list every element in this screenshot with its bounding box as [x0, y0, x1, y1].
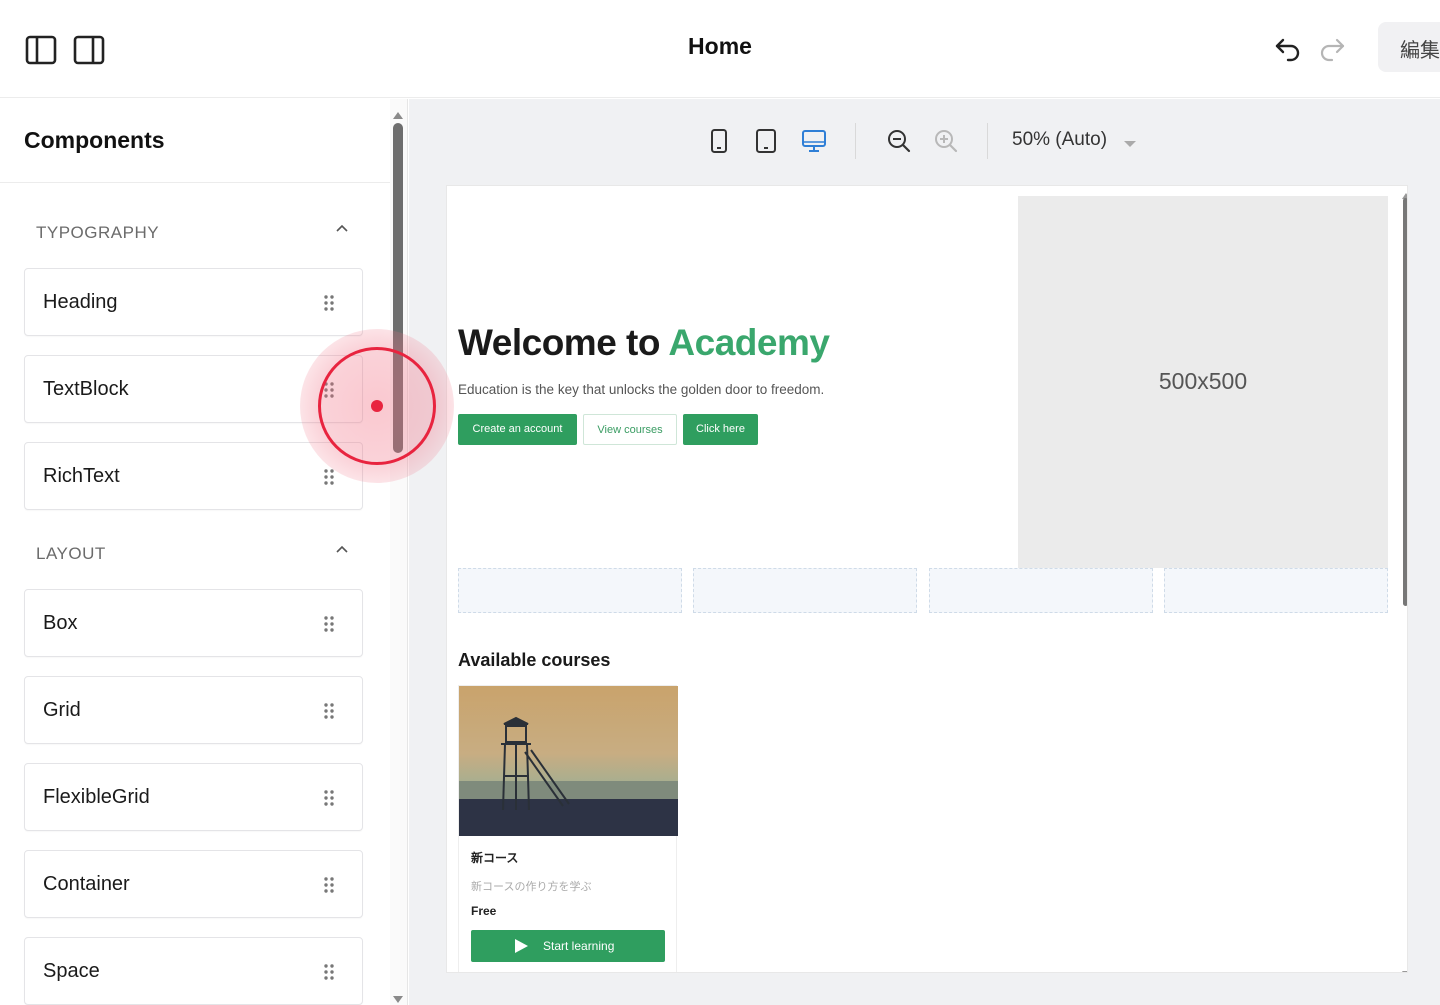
hero-heading[interactable]: Welcome to Academy — [458, 322, 830, 364]
feature-box[interactable] — [929, 568, 1153, 613]
courses-heading[interactable]: Available courses — [458, 650, 610, 671]
feature-box[interactable] — [458, 568, 682, 613]
drag-handle-icon[interactable] — [323, 876, 335, 894]
zoom-out-icon[interactable] — [885, 127, 913, 155]
component-label: RichText — [43, 465, 120, 487]
scroll-down-arrow-icon[interactable] — [1402, 964, 1407, 972]
zoom-select[interactable]: 50% (Auto) — [1012, 129, 1107, 151]
feature-box[interactable] — [1164, 568, 1388, 613]
drag-handle-icon[interactable] — [323, 381, 335, 399]
click-here-button[interactable]: Click here — [683, 414, 758, 445]
course-image — [459, 686, 678, 836]
canvas-toolbar: 50% (Auto) — [409, 99, 1440, 183]
panel-header: Components — [0, 99, 390, 183]
component-item-container[interactable]: Container — [24, 850, 363, 918]
component-label: Box — [43, 612, 78, 634]
undo-icon[interactable] — [1272, 32, 1304, 64]
course-title: 新コース — [471, 851, 519, 865]
component-label: Container — [43, 873, 130, 895]
tablet-device-icon[interactable] — [752, 127, 780, 155]
hero-heading-accent: Academy — [668, 322, 830, 363]
play-icon — [513, 938, 529, 954]
image-placeholder[interactable]: 500x500 — [1018, 196, 1388, 568]
course-card[interactable]: 新コース 新コースの作り方を学ぶ Free Start learning — [458, 685, 678, 972]
drag-handle-icon[interactable] — [323, 294, 335, 312]
chevron-up-icon[interactable] — [334, 221, 350, 237]
sidebar-scroll-thumb[interactable] — [393, 123, 403, 453]
component-label: TextBlock — [43, 378, 129, 400]
scroll-up-arrow-icon[interactable] — [392, 107, 404, 119]
create-account-button[interactable]: Create an account — [458, 414, 577, 445]
chevron-up-icon[interactable] — [334, 542, 350, 558]
view-courses-button[interactable]: View courses — [583, 414, 677, 445]
section-label-typography: TYPOGRAPHY — [36, 223, 160, 242]
hero-subtitle[interactable]: Education is the key that unlocks the go… — [458, 382, 824, 397]
page-preview[interactable]: Welcome to Academy Education is the key … — [446, 185, 1408, 973]
page-title: Home — [688, 33, 752, 59]
desktop-device-icon[interactable] — [800, 127, 828, 155]
edit-button[interactable]: 編集 — [1378, 22, 1440, 72]
component-label: Heading — [43, 291, 118, 313]
drag-handle-icon[interactable] — [323, 702, 335, 720]
component-item-richtext[interactable]: RichText — [24, 442, 363, 510]
feature-box[interactable] — [693, 568, 917, 613]
drag-handle-icon[interactable] — [323, 615, 335, 633]
top-bar: Home 編集 — [0, 0, 1440, 98]
hero-heading-prefix: Welcome to — [458, 322, 669, 363]
start-learning-label: Start learning — [543, 939, 615, 953]
scroll-down-arrow-icon[interactable] — [392, 992, 404, 1003]
section-label-layout: LAYOUT — [36, 544, 106, 563]
toolbar-divider — [987, 123, 988, 159]
drag-handle-icon[interactable] — [323, 963, 335, 981]
start-learning-button[interactable]: Start learning — [471, 930, 665, 962]
canvas-scroll-thumb[interactable] — [1403, 198, 1407, 606]
panel-title: Components — [24, 127, 165, 153]
redo-icon[interactable] — [1316, 32, 1348, 64]
course-description: 新コースの作り方を学ぶ — [471, 881, 592, 893]
component-item-space[interactable]: Space — [24, 937, 363, 1005]
component-item-textblock[interactable]: TextBlock — [24, 355, 363, 423]
component-label: FlexibleGrid — [43, 786, 150, 808]
component-item-box[interactable]: Box — [24, 589, 363, 657]
component-item-grid[interactable]: Grid — [24, 676, 363, 744]
course-price: Free — [471, 904, 497, 918]
drag-handle-icon[interactable] — [323, 789, 335, 807]
component-label: Space — [43, 960, 100, 982]
components-panel: Components TYPOGRAPHY Heading TextBlock … — [0, 99, 408, 1005]
scroll-up-arrow-icon[interactable] — [1402, 186, 1407, 199]
image-placeholder-label: 500x500 — [1158, 368, 1248, 394]
caret-down-icon[interactable] — [1123, 136, 1137, 147]
toolbar-divider — [855, 123, 856, 159]
component-label: Grid — [43, 699, 81, 721]
mobile-device-icon[interactable] — [705, 127, 733, 155]
component-item-flexiblegrid[interactable]: FlexibleGrid — [24, 763, 363, 831]
drag-handle-icon[interactable] — [323, 468, 335, 486]
zoom-in-icon[interactable] — [932, 127, 960, 155]
component-item-heading[interactable]: Heading — [24, 268, 363, 336]
editor-canvas: 50% (Auto) Welcome to Academy Education … — [409, 99, 1440, 1005]
